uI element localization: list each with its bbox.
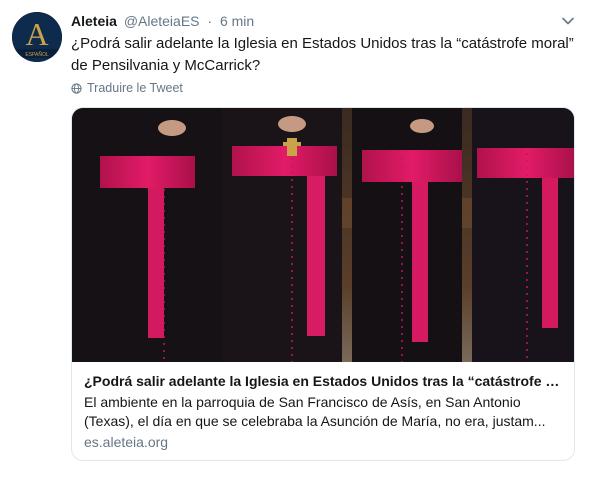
- separator-dot: ·: [207, 13, 213, 29]
- author-handle[interactable]: @AleteiaES: [124, 13, 200, 29]
- aleteia-logo-icon: A ESPAÑOL: [12, 12, 62, 62]
- card-domain: es.aleteia.org: [84, 434, 169, 450]
- translate-tweet-link[interactable]: Traduire le Tweet: [71, 80, 183, 96]
- card-description: El ambiente en la parroquia de San Franc…: [84, 394, 546, 429]
- link-card[interactable]: ¿Podrá salir adelante la Iglesia en Esta…: [71, 107, 575, 461]
- translate-label: Traduire le Tweet: [87, 81, 183, 95]
- tweet[interactable]: A ESPAÑOL Aleteia @AleteiaES · 6 min ¿Po…: [0, 0, 589, 480]
- globe-icon: [71, 82, 82, 94]
- tweet-header: Aleteia @AleteiaES · 6 min: [71, 12, 254, 30]
- tweet-text: ¿Podrá salir adelante la Iglesia en Esta…: [71, 35, 574, 74]
- clergy-photo: [72, 108, 574, 362]
- card-body: ¿Podrá salir adelante la Iglesia en Esta…: [72, 362, 574, 452]
- author-name[interactable]: Aleteia: [71, 13, 117, 29]
- avatar-letter: A: [25, 16, 48, 52]
- avatar-sublabel: ESPAÑOL: [25, 51, 48, 58]
- avatar[interactable]: A ESPAÑOL: [12, 12, 62, 62]
- timestamp[interactable]: 6 min: [220, 13, 254, 29]
- chevron-down-icon[interactable]: [561, 14, 575, 28]
- card-title[interactable]: ¿Podrá salir adelante la Iglesia en Esta…: [84, 372, 562, 391]
